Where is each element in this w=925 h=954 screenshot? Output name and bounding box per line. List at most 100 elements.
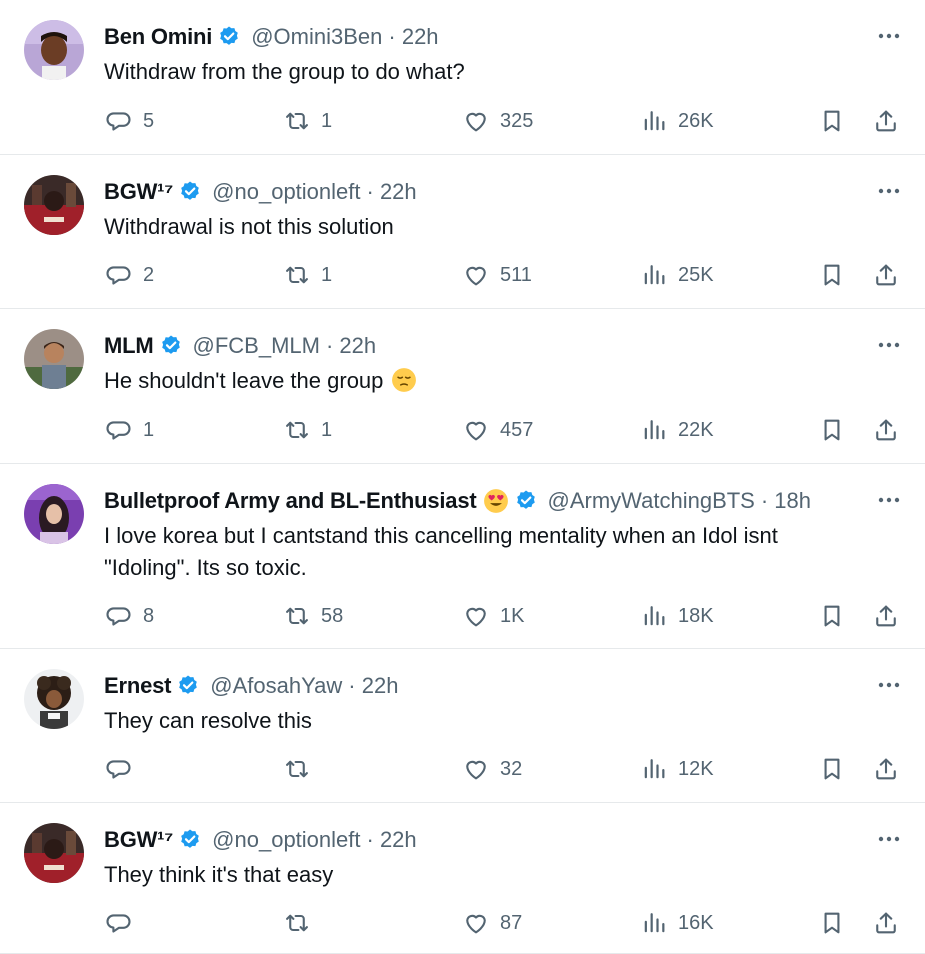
bookmark-button[interactable] — [818, 752, 846, 786]
avatar[interactable] — [24, 669, 84, 729]
avatar[interactable] — [24, 329, 84, 389]
share-button[interactable] — [872, 413, 900, 447]
tweet-header: Ernest @AfosahYaw · 22h — [104, 671, 855, 701]
timestamp[interactable]: · 18h — [761, 488, 811, 514]
display-name[interactable]: BGW¹⁷ — [104, 179, 173, 205]
bookmark-icon — [818, 755, 846, 783]
like-button[interactable]: 1K — [462, 599, 524, 633]
reply-button[interactable]: 8 — [105, 599, 154, 633]
like-button[interactable]: 511 — [462, 258, 532, 292]
share-button[interactable] — [872, 599, 900, 633]
bookmark-button[interactable] — [818, 906, 846, 940]
reply-button[interactable]: 1 — [105, 413, 154, 447]
tweet-text-content: I love korea but I cantstand this cancel… — [104, 523, 778, 580]
reply-button[interactable] — [105, 906, 143, 940]
like-button[interactable]: 457 — [462, 413, 533, 447]
views-count: 12K — [678, 757, 714, 780]
views-button[interactable]: 26K — [640, 104, 714, 138]
retweet-button[interactable]: 58 — [283, 599, 343, 633]
tweet-text: Withdrawal is not this solution — [104, 211, 865, 243]
share-upload-icon — [872, 107, 900, 135]
tweet[interactable]: MLM @FCB_MLM · 22h He shouldn't leave the g… — [0, 309, 925, 464]
user-handle[interactable]: @no_optionleft — [212, 827, 360, 853]
user-handle[interactable]: @Omini3Ben — [251, 24, 382, 50]
verified-badge-icon[interactable] — [178, 828, 202, 852]
bar-chart-icon — [640, 755, 668, 783]
tweet-text: Withdraw from the group to do what? — [104, 56, 865, 88]
avatar[interactable] — [24, 175, 84, 235]
timestamp[interactable]: · 22h — [367, 827, 417, 853]
bookmark-button[interactable] — [818, 599, 846, 633]
bookmark-button[interactable] — [818, 258, 846, 292]
views-button[interactable]: 16K — [640, 906, 714, 940]
display-name[interactable]: Ernest — [104, 673, 171, 699]
share-button[interactable] — [872, 906, 900, 940]
user-handle[interactable]: @FCB_MLM — [193, 333, 320, 359]
tweet[interactable]: BGW¹⁷ @no_optionleft · 22h Withdrawal is no… — [0, 155, 925, 309]
user-handle[interactable]: @no_optionleft — [212, 179, 360, 205]
retweet-button[interactable] — [283, 752, 321, 786]
avatar[interactable] — [24, 20, 84, 80]
tweet-actions: 5 1 325 26K — [0, 104, 925, 138]
more-options-icon[interactable] — [875, 675, 903, 695]
like-count: 511 — [500, 263, 532, 286]
share-button[interactable] — [872, 752, 900, 786]
more-options-icon[interactable] — [875, 181, 903, 201]
more-options-icon[interactable] — [875, 26, 903, 46]
views-button[interactable]: 22K — [640, 413, 714, 447]
user-handle[interactable]: @ArmyWatchingBTS — [548, 488, 755, 514]
retweet-arrows-icon — [283, 107, 311, 135]
more-options-icon[interactable] — [875, 829, 903, 849]
timestamp[interactable]: · 22h — [326, 333, 376, 359]
verified-badge-icon[interactable] — [176, 674, 200, 698]
views-button[interactable]: 12K — [640, 752, 714, 786]
share-button[interactable] — [872, 258, 900, 292]
display-name[interactable]: Bulletproof Army and BL-Enthusiast — [104, 488, 477, 514]
verified-badge-icon[interactable] — [178, 180, 202, 204]
avatar[interactable] — [24, 484, 84, 544]
verified-badge-icon[interactable] — [514, 489, 538, 513]
retweet-button[interactable]: 1 — [283, 104, 332, 138]
views-count: 16K — [678, 911, 714, 934]
tweet-header: Bulletproof Army and BL-Enthusiast @ArmyW… — [104, 486, 855, 516]
verified-badge-icon[interactable] — [159, 334, 183, 358]
tweet-header: Ben Omini @Omini3Ben · 22h — [104, 22, 855, 52]
heart-icon — [462, 416, 490, 444]
like-button[interactable]: 32 — [462, 752, 522, 786]
more-options-icon[interactable] — [875, 335, 903, 355]
like-button[interactable]: 87 — [462, 906, 522, 940]
speech-bubble-icon — [105, 107, 133, 135]
share-button[interactable] — [872, 104, 900, 138]
display-name[interactable]: Ben Omini — [104, 24, 212, 50]
retweet-button[interactable] — [283, 906, 321, 940]
bar-chart-icon — [640, 909, 668, 937]
tweet[interactable]: BGW¹⁷ @no_optionleft · 22h They think it's … — [0, 803, 925, 954]
retweet-count: 1 — [321, 418, 333, 441]
bookmark-button[interactable] — [818, 104, 846, 138]
avatar[interactable] — [24, 823, 84, 883]
tweet[interactable]: Bulletproof Army and BL-Enthusiast @ArmyW… — [0, 464, 925, 649]
retweet-button[interactable]: 1 — [283, 258, 332, 292]
tweet[interactable]: Ernest @AfosahYaw · 22h They can resolve th… — [0, 649, 925, 803]
reply-count: 2 — [143, 263, 155, 286]
timestamp[interactable]: · 22h — [348, 673, 398, 699]
reply-button[interactable]: 2 — [105, 258, 154, 292]
like-button[interactable]: 325 — [462, 104, 533, 138]
share-upload-icon — [872, 416, 900, 444]
tweet[interactable]: Ben Omini @Omini3Ben · 22h Withdraw from th… — [0, 0, 925, 155]
display-name[interactable]: MLM — [104, 333, 154, 359]
retweet-button[interactable]: 1 — [283, 413, 332, 447]
reply-button[interactable]: 5 — [105, 104, 154, 138]
more-options-icon[interactable] — [875, 490, 903, 510]
user-handle[interactable]: @AfosahYaw — [210, 673, 342, 699]
timestamp[interactable]: · 22h — [367, 179, 417, 205]
timestamp[interactable]: · 22h — [388, 24, 438, 50]
bookmark-button[interactable] — [818, 413, 846, 447]
views-button[interactable]: 18K — [640, 599, 714, 633]
views-button[interactable]: 25K — [640, 258, 714, 292]
display-name[interactable]: BGW¹⁷ — [104, 827, 173, 853]
share-upload-icon — [872, 909, 900, 937]
tweet-actions: 8 58 1K 18K — [0, 599, 925, 633]
reply-button[interactable] — [105, 752, 143, 786]
verified-badge-icon[interactable] — [217, 25, 241, 49]
